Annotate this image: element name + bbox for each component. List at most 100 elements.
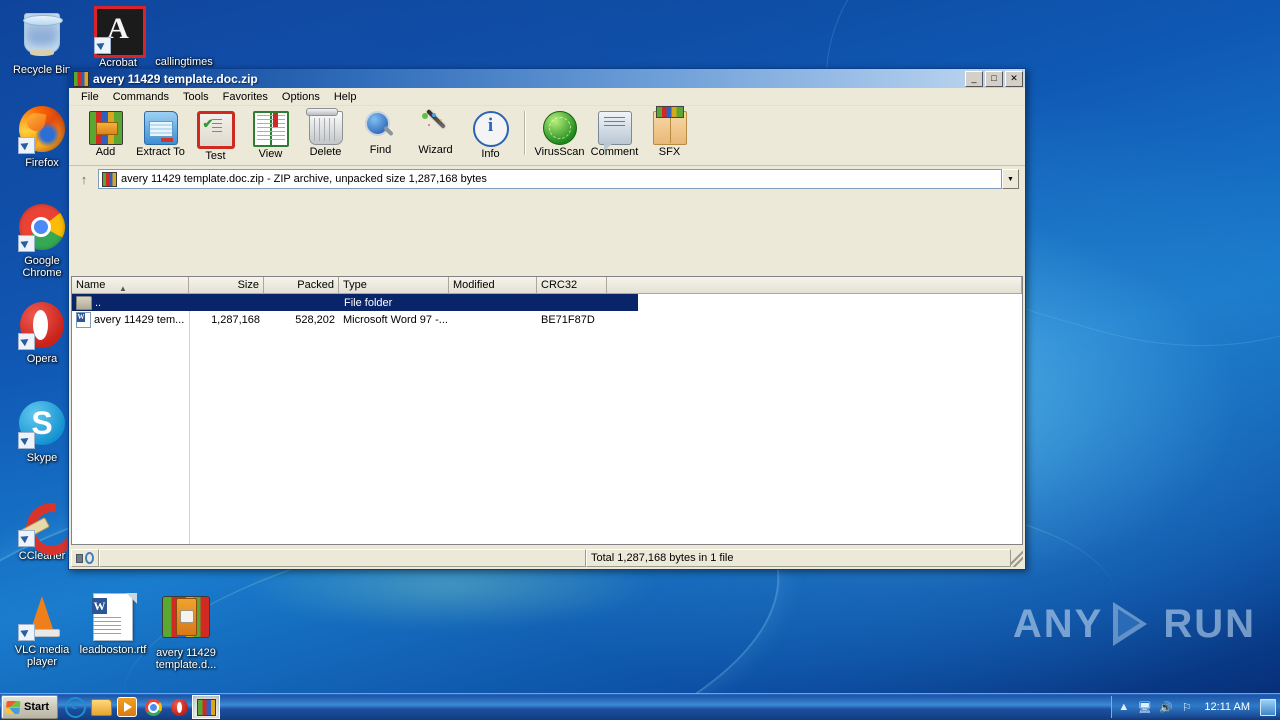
desktop[interactable]: Recycle Bin Acrobat callingtimes Firefox… (0, 0, 1280, 694)
table-row[interactable]: avery 11429 tem... 1,287,168 528,202 Mic… (72, 311, 1022, 328)
winrar-window[interactable]: avery 11429 template.doc.zip _ □ ✕ File … (68, 68, 1026, 570)
column-header-size[interactable]: Size (189, 277, 264, 294)
recycle-bin-icon (18, 13, 66, 61)
toolbar-button-find[interactable]: Find (353, 109, 408, 156)
shortcut-overlay-icon (18, 624, 35, 641)
taskbar[interactable]: Start ▲ 🖥 🔊 ⚐ 12:11 AM (0, 693, 1280, 720)
file-rows[interactable]: .. File folder avery 11429 tem... 1,287,… (72, 294, 1022, 544)
info-circle-icon (472, 111, 509, 147)
toolbar-button-comment[interactable]: Comment (587, 109, 642, 158)
folder-extract-icon (143, 111, 178, 145)
firefox-icon (18, 106, 66, 154)
toolbar-separator (524, 111, 526, 155)
play-triangle-icon (1111, 602, 1155, 646)
address-dropdown-button[interactable]: ▼ (1002, 169, 1019, 189)
watermark-text-right: RUN (1163, 602, 1256, 646)
desktop-icon-avery-template-zip[interactable]: avery 11429 template.d... (150, 592, 222, 671)
desktop-icon-callingtimes[interactable]: callingtimes (148, 5, 220, 68)
menu-bar[interactable]: File Commands Tools Favorites Options He… (69, 88, 1025, 106)
cell-type: File folder (344, 296, 393, 309)
file-list[interactable]: Name ▲ Size Packed Type Modified CRC32 .… (71, 276, 1023, 545)
media-player-icon (117, 697, 138, 717)
toolbar[interactable]: Add Extract To Test View Delete Find (69, 106, 1025, 166)
archive-add-icon (88, 111, 123, 145)
toolbar-button-extract-to[interactable]: Extract To (133, 109, 188, 158)
toolbar-button-info[interactable]: Info (463, 109, 518, 160)
toolbar-label: SFX (658, 146, 681, 158)
toolbar-button-sfx[interactable]: SFX (642, 106, 697, 158)
menu-item-commands[interactable]: Commands (106, 90, 176, 104)
archive-path-field[interactable]: avery 11429 template.doc.zip - ZIP archi… (98, 169, 1002, 189)
column-header-filler[interactable] (607, 277, 1022, 294)
menu-item-favorites[interactable]: Favorites (216, 90, 275, 104)
desktop-icon-vlc-media-player[interactable]: VLC media player (6, 592, 78, 668)
toolbar-button-delete[interactable]: Delete (298, 108, 353, 158)
document-icon (160, 5, 208, 53)
up-one-level-button[interactable]: ↑ (73, 169, 95, 189)
toolbar-label: Comment (590, 146, 639, 158)
clipboard-check-icon (196, 111, 235, 149)
menu-item-file[interactable]: File (74, 90, 106, 104)
start-button[interactable]: Start (1, 695, 59, 719)
shortcut-overlay-icon (18, 235, 35, 252)
menu-item-options[interactable]: Options (275, 90, 327, 104)
maximize-button[interactable]: □ (985, 70, 1003, 87)
column-header-crc32[interactable]: CRC32 (537, 277, 607, 294)
status-message (99, 549, 586, 567)
internet-explorer-icon (64, 695, 86, 718)
acrobat-icon (94, 6, 146, 58)
taskbar-item-winrar[interactable] (192, 695, 221, 719)
clock[interactable]: 12:11 AM (1200, 701, 1254, 713)
chevron-up-icon[interactable]: ▲ (1116, 700, 1131, 715)
status-total: Total 1,287,168 bytes in 1 file (586, 549, 1011, 567)
desktop-icon-recycle-bin[interactable]: Recycle Bin (6, 8, 78, 76)
taskbar-item-windows-explorer[interactable] (88, 696, 114, 718)
toolbar-button-wizard[interactable]: Wizard (408, 109, 463, 156)
speaker-icon[interactable]: 🔊 (1158, 700, 1173, 715)
folder-up-icon (76, 295, 92, 310)
word-document-icon (76, 311, 91, 328)
key-icon (85, 552, 94, 564)
status-disk-key-icon[interactable] (71, 549, 99, 567)
column-header-row[interactable]: Name ▲ Size Packed Type Modified CRC32 (72, 277, 1022, 295)
table-row[interactable]: .. File folder (72, 294, 638, 311)
chrome-icon (18, 204, 66, 252)
cell-name: avery 11429 tem... (94, 313, 185, 326)
taskbar-item-internet-explorer[interactable] (62, 695, 88, 718)
column-header-type[interactable]: Type (339, 277, 449, 294)
window-titlebar[interactable]: avery 11429 template.doc.zip _ □ ✕ (69, 69, 1025, 88)
column-header-packed[interactable]: Packed (264, 277, 339, 294)
column-header-name[interactable]: Name ▲ (72, 277, 189, 294)
resize-grip[interactable] (1011, 549, 1023, 567)
close-button[interactable]: ✕ (1005, 70, 1023, 87)
toolbar-label: Find (369, 144, 392, 156)
toolbar-button-test[interactable]: Test (188, 109, 243, 162)
action-center-flag-icon[interactable]: ⚐ (1179, 700, 1194, 715)
up-arrow-icon: ↑ (80, 171, 88, 187)
taskbar-item-windows-media-player[interactable] (114, 696, 140, 718)
toolbar-button-add[interactable]: Add (78, 109, 133, 158)
menu-item-tools[interactable]: Tools (176, 90, 216, 104)
toolbar-button-view[interactable]: View (243, 109, 298, 160)
taskbar-item-opera[interactable] (166, 696, 192, 718)
shortcut-overlay-icon (18, 432, 35, 449)
cell-crc32: BE71F87D (541, 313, 595, 326)
cell-type: Microsoft Word 97 -... (343, 313, 448, 326)
column-header-modified[interactable]: Modified (449, 277, 537, 294)
show-desktop-icon[interactable] (1260, 698, 1276, 716)
address-bar[interactable]: ↑ avery 11429 template.doc.zip - ZIP arc… (69, 166, 1025, 192)
network-icon[interactable]: 🖥 (1137, 700, 1152, 715)
watermark-text-left: ANY (1012, 602, 1104, 646)
desktop-icon-leadboston-rtf[interactable]: leadboston.rtf (77, 592, 149, 656)
menu-item-help[interactable]: Help (327, 90, 364, 104)
cell-name: .. (95, 296, 102, 309)
name-column-divider (189, 311, 190, 544)
minimize-button[interactable]: _ (965, 70, 983, 87)
taskbar-item-google-chrome[interactable] (140, 696, 166, 718)
toolbar-button-virusscan[interactable]: VirusScan (532, 109, 587, 158)
system-tray[interactable]: ▲ 🖥 🔊 ⚐ 12:11 AM (1111, 696, 1280, 718)
desktop-icon-acrobat[interactable]: Acrobat (82, 5, 154, 69)
disk-icon (76, 553, 84, 563)
magic-wand-icon (420, 111, 452, 143)
chrome-icon (144, 698, 162, 716)
